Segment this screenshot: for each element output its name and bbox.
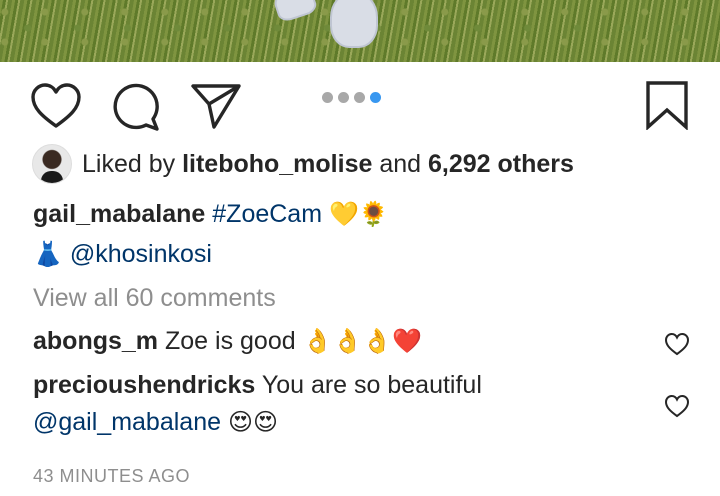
comment-username[interactable]: abongs_m xyxy=(33,327,158,355)
bookmark-icon xyxy=(646,81,688,130)
post-action-bar xyxy=(0,62,720,152)
carousel-dot xyxy=(338,92,349,103)
caption-mention[interactable]: @khosinkosi xyxy=(70,240,212,268)
caption-hashtag[interactable]: #ZoeCam xyxy=(212,200,322,228)
caption-emojis: 💛🌻 xyxy=(328,200,389,228)
liker-username[interactable]: liteboho_molise xyxy=(182,150,372,179)
likes-summary[interactable]: Liked by liteboho_molise and 6,292 other… xyxy=(32,142,574,186)
likes-prefix: Liked by xyxy=(82,149,176,178)
carousel-dot xyxy=(354,92,365,103)
carousel-indicator xyxy=(322,92,381,103)
comment-text: Zoe is good xyxy=(164,327,296,355)
comment-text: You are so beautiful xyxy=(261,371,482,399)
post-photo[interactable] xyxy=(0,0,720,62)
comment-like-button[interactable] xyxy=(664,332,690,361)
carousel-dot-active xyxy=(370,92,381,103)
heart-icon xyxy=(31,83,81,128)
heart-icon xyxy=(664,332,690,356)
comment-emojis: 😍😍 xyxy=(227,408,279,436)
carousel-dot xyxy=(322,92,333,103)
comment-username[interactable]: precioushendricks xyxy=(33,371,255,399)
like-button[interactable] xyxy=(30,82,82,130)
heart-icon xyxy=(664,394,690,418)
comment-like-button[interactable] xyxy=(664,394,690,423)
post-caption: gail_mabalane #ZoeCam 💛🌻 xyxy=(33,200,389,229)
comment-row: precioushendricks You are so beautiful xyxy=(33,371,482,400)
shoe-left xyxy=(271,0,319,24)
dress-emoji: 👗 xyxy=(33,240,63,268)
save-button[interactable] xyxy=(644,80,690,130)
comment-mention[interactable]: @gail_mabalane xyxy=(33,408,221,436)
comment-button[interactable] xyxy=(110,82,162,132)
shoe-right xyxy=(330,0,378,48)
likes-connector: and xyxy=(379,149,422,178)
comment-emojis: 👌👌👌❤️ xyxy=(302,327,423,355)
likes-count[interactable]: 6,292 others xyxy=(428,150,574,179)
caption-username[interactable]: gail_mabalane xyxy=(33,200,205,228)
view-all-comments-link[interactable]: View all 60 comments xyxy=(33,284,276,313)
avatar[interactable] xyxy=(32,144,72,184)
share-button[interactable] xyxy=(190,82,242,130)
comment-bubble-icon xyxy=(113,83,159,131)
caption-mention-line: 👗 @khosinkosi xyxy=(33,240,212,269)
post-timestamp: 43 MINUTES AGO xyxy=(33,466,191,486)
paper-plane-icon xyxy=(191,84,241,129)
comment-row: abongs_m Zoe is good 👌👌👌❤️ xyxy=(33,327,422,356)
comment-row-continued: @gail_mabalane 😍😍 xyxy=(33,408,278,437)
